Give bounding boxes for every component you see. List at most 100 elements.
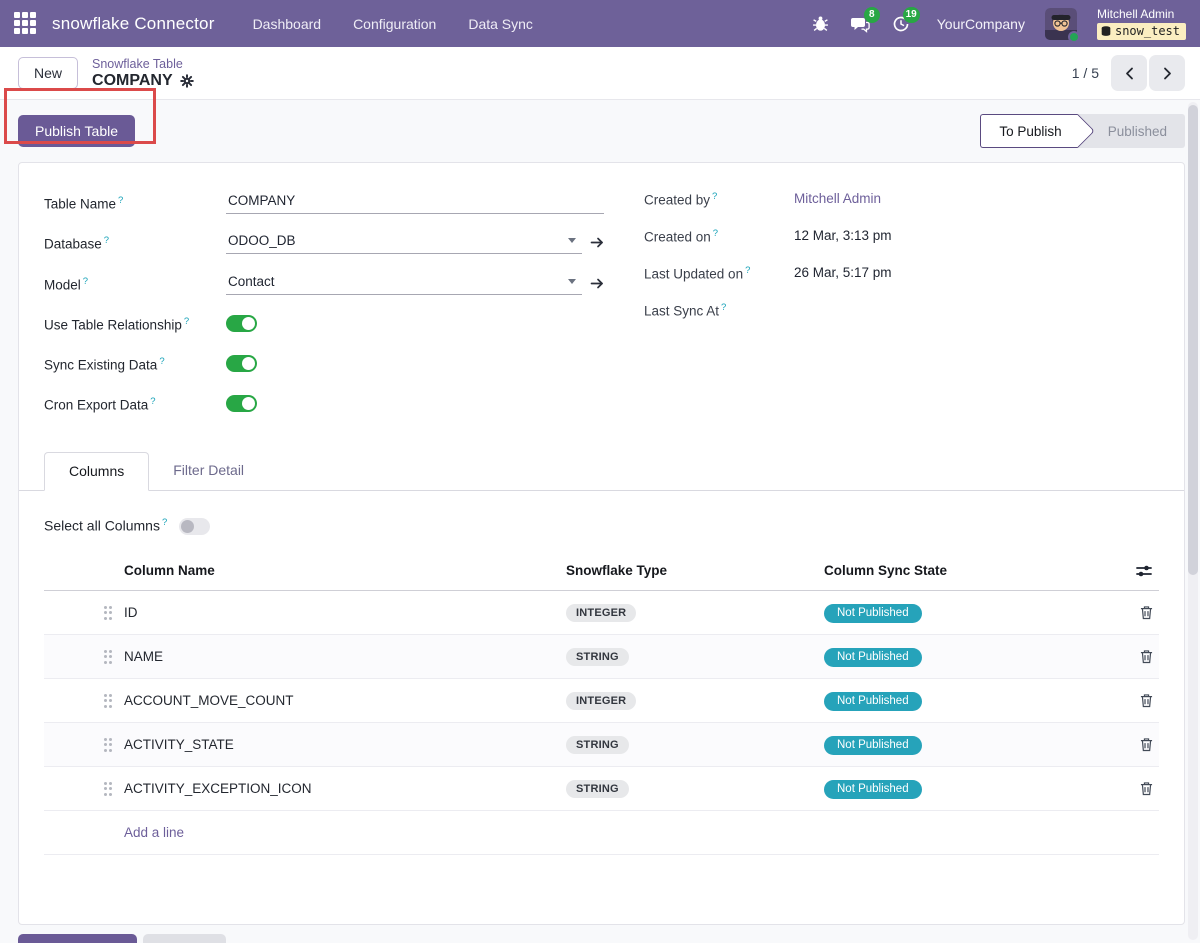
scrollbar-track[interactable]	[1188, 102, 1198, 940]
menu-data-sync[interactable]: Data Sync	[468, 16, 533, 32]
cell-column-name: ACCOUNT_MOVE_COUNT	[124, 693, 566, 708]
cell-column-name: ACTIVITY_EXCEPTION_ICON	[124, 781, 566, 796]
help-icon[interactable]: ?	[150, 396, 155, 407]
sync-existing-data-toggle[interactable]	[226, 355, 257, 372]
drag-handle-icon[interactable]	[104, 738, 113, 752]
messages-icon[interactable]: 8	[851, 14, 871, 34]
field-label-created-on: Created on?	[644, 228, 794, 251]
snowflake-type-badge: INTEGER	[566, 604, 636, 622]
select-all-columns-toggle[interactable]	[179, 518, 210, 535]
new-button[interactable]: New	[18, 57, 78, 89]
table-row[interactable]: NAME STRING Not Published	[44, 635, 1159, 679]
page-title: COMPANY	[92, 72, 173, 90]
breadcrumb-parent-link[interactable]: Snowflake Table	[92, 57, 194, 71]
drag-handle-icon[interactable]	[104, 782, 113, 796]
field-label-created-by: Created by?	[644, 191, 794, 214]
user-menu[interactable]: Mitchell Admin snow_test	[1097, 7, 1186, 40]
help-icon[interactable]: ?	[721, 302, 726, 313]
cell-column-name: ID	[124, 605, 566, 620]
header-snowflake-type[interactable]: Snowflake Type	[566, 563, 824, 578]
use-table-relationship-toggle[interactable]	[226, 315, 257, 332]
table-name-input[interactable]	[226, 191, 604, 214]
debug-bug-icon[interactable]	[811, 14, 831, 34]
table-row[interactable]: ACTIVITY_STATE STRING Not Published	[44, 723, 1159, 767]
delete-row-icon[interactable]	[1140, 649, 1153, 664]
tab-filter-detail[interactable]: Filter Detail	[149, 452, 268, 490]
sync-state-badge: Not Published	[824, 692, 922, 711]
scrollbar-thumb[interactable]	[1188, 105, 1198, 575]
snowflake-type-badge: INTEGER	[566, 692, 636, 710]
table-row[interactable]: ACTIVITY_EXCEPTION_ICON STRING Not Publi…	[44, 767, 1159, 811]
menu-dashboard[interactable]: Dashboard	[253, 16, 322, 32]
state-steps: To Publish Published	[980, 114, 1185, 148]
pager-previous-button[interactable]	[1111, 55, 1147, 91]
help-icon[interactable]: ?	[184, 316, 189, 327]
sync-state-badge: Not Published	[824, 736, 922, 755]
table-row[interactable]: ACCOUNT_MOVE_COUNT INTEGER Not Published	[44, 679, 1159, 723]
main-menu: Dashboard Configuration Data Sync	[253, 16, 533, 32]
snowflake-type-badge: STRING	[566, 780, 629, 798]
cron-export-data-toggle[interactable]	[226, 395, 257, 412]
apps-menu-icon[interactable]	[14, 12, 38, 36]
help-icon[interactable]: ?	[159, 356, 164, 367]
drag-handle-icon[interactable]	[104, 650, 113, 664]
notebook-tabs: Columns Filter Detail	[19, 452, 1184, 491]
top-navbar: snowflake Connector Dashboard Configurat…	[0, 0, 1200, 47]
add-a-line-link[interactable]: Add a line	[124, 825, 184, 840]
help-icon[interactable]: ?	[104, 235, 109, 246]
table-row[interactable]: ID INTEGER Not Published	[44, 591, 1159, 635]
help-icon[interactable]: ?	[745, 265, 750, 276]
sync-state-badge: Not Published	[824, 604, 922, 623]
pager-next-button[interactable]	[1149, 55, 1185, 91]
company-switcher[interactable]: YourCompany	[937, 16, 1025, 32]
user-avatar[interactable]	[1045, 8, 1077, 40]
model-select[interactable]: Contact	[226, 272, 582, 295]
header-column-name[interactable]: Column Name	[124, 563, 566, 578]
help-icon[interactable]: ?	[712, 191, 717, 202]
database-value: ODOO_DB	[228, 233, 568, 248]
created-by-value[interactable]: Mitchell Admin	[794, 191, 881, 214]
drag-handle-icon[interactable]	[104, 606, 113, 620]
optional-columns-icon[interactable]	[1135, 563, 1153, 579]
gear-icon[interactable]	[180, 74, 194, 88]
field-label-last-sync-at: Last Sync At?	[644, 302, 794, 325]
delete-row-icon[interactable]	[1140, 781, 1153, 796]
database-select[interactable]: ODOO_DB	[226, 231, 582, 254]
state-to-publish[interactable]: To Publish	[980, 114, 1077, 148]
pager-count: 1 / 5	[1072, 65, 1099, 81]
breadcrumb: Snowflake Table COMPANY	[92, 57, 194, 90]
online-status-dot	[1068, 31, 1080, 43]
database-name: snow_test	[1115, 24, 1180, 38]
form-statusbar: Publish Table To Publish Published	[0, 100, 1200, 162]
caret-down-icon	[568, 279, 576, 284]
drag-handle-icon[interactable]	[104, 694, 113, 708]
form-sheet: Table Name? Database? ODOO_DB	[18, 162, 1185, 925]
app-name[interactable]: snowflake Connector	[52, 14, 215, 34]
cell-column-name: NAME	[124, 649, 566, 664]
help-icon[interactable]: ?	[162, 517, 167, 528]
database-internal-link-arrow-icon[interactable]	[590, 236, 604, 249]
delete-row-icon[interactable]	[1140, 693, 1153, 708]
menu-configuration[interactable]: Configuration	[353, 16, 436, 32]
database-icon	[1101, 26, 1111, 37]
tab-columns[interactable]: Columns	[44, 452, 149, 491]
field-label-model: Model?	[44, 272, 226, 296]
header-column-sync-state[interactable]: Column Sync State	[824, 563, 1124, 578]
delete-row-icon[interactable]	[1140, 605, 1153, 620]
last-updated-on-value: 26 Mar, 5:17 pm	[794, 265, 892, 288]
messages-count-badge: 8	[864, 7, 880, 23]
send-message-button-partial[interactable]	[18, 934, 137, 943]
publish-table-button[interactable]: Publish Table	[18, 115, 135, 147]
activities-count-badge: 19	[903, 7, 920, 23]
log-note-button-partial[interactable]	[143, 934, 226, 943]
delete-row-icon[interactable]	[1140, 737, 1153, 752]
help-icon[interactable]: ?	[713, 228, 718, 239]
field-label-database: Database?	[44, 231, 226, 255]
help-icon[interactable]: ?	[118, 195, 123, 206]
model-internal-link-arrow-icon[interactable]	[590, 277, 604, 290]
cell-column-name: ACTIVITY_STATE	[124, 737, 566, 752]
chevron-right-icon	[1162, 67, 1173, 80]
field-label-cron-export-data: Cron Export Data?	[44, 392, 226, 416]
activities-clock-icon[interactable]: 19	[891, 14, 911, 34]
help-icon[interactable]: ?	[83, 276, 88, 287]
